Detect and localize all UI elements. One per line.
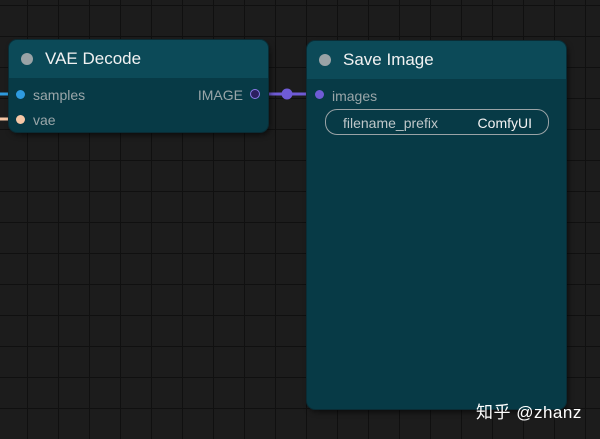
images-input-slot[interactable] xyxy=(315,90,324,99)
link-midpoint-handle[interactable] xyxy=(281,88,293,100)
save-image-header[interactable]: Save Image xyxy=(307,41,566,79)
collapse-toggle-icon[interactable] xyxy=(319,54,331,66)
node-title: Save Image xyxy=(343,50,434,69)
node-graph-canvas[interactable]: VAE Decode samples vae IMAGE Save Image … xyxy=(0,0,600,439)
vae-decode-header[interactable]: VAE Decode xyxy=(9,40,268,78)
node-title: VAE Decode xyxy=(45,49,142,68)
filename-prefix-widget[interactable]: filename_prefix ComfyUI xyxy=(325,109,549,135)
samples-input-slot[interactable] xyxy=(16,90,25,99)
images-input-label: images xyxy=(332,88,378,104)
collapse-toggle-icon[interactable] xyxy=(21,53,33,65)
image-output-slot[interactable] xyxy=(250,89,260,99)
vae-input-slot[interactable] xyxy=(16,115,25,124)
image-output-label: IMAGE xyxy=(197,87,243,103)
filename-prefix-label: filename_prefix xyxy=(343,115,438,131)
watermark: 知乎 @zhanz xyxy=(476,403,582,422)
filename-prefix-value[interactable]: ComfyUI xyxy=(478,115,532,131)
save-image-node[interactable]: Save Image images filename_prefix ComfyU… xyxy=(307,41,566,409)
vae-input-label: vae xyxy=(33,112,56,128)
vae-decode-node[interactable]: VAE Decode samples vae IMAGE xyxy=(9,40,268,132)
samples-input-label: samples xyxy=(33,87,86,103)
